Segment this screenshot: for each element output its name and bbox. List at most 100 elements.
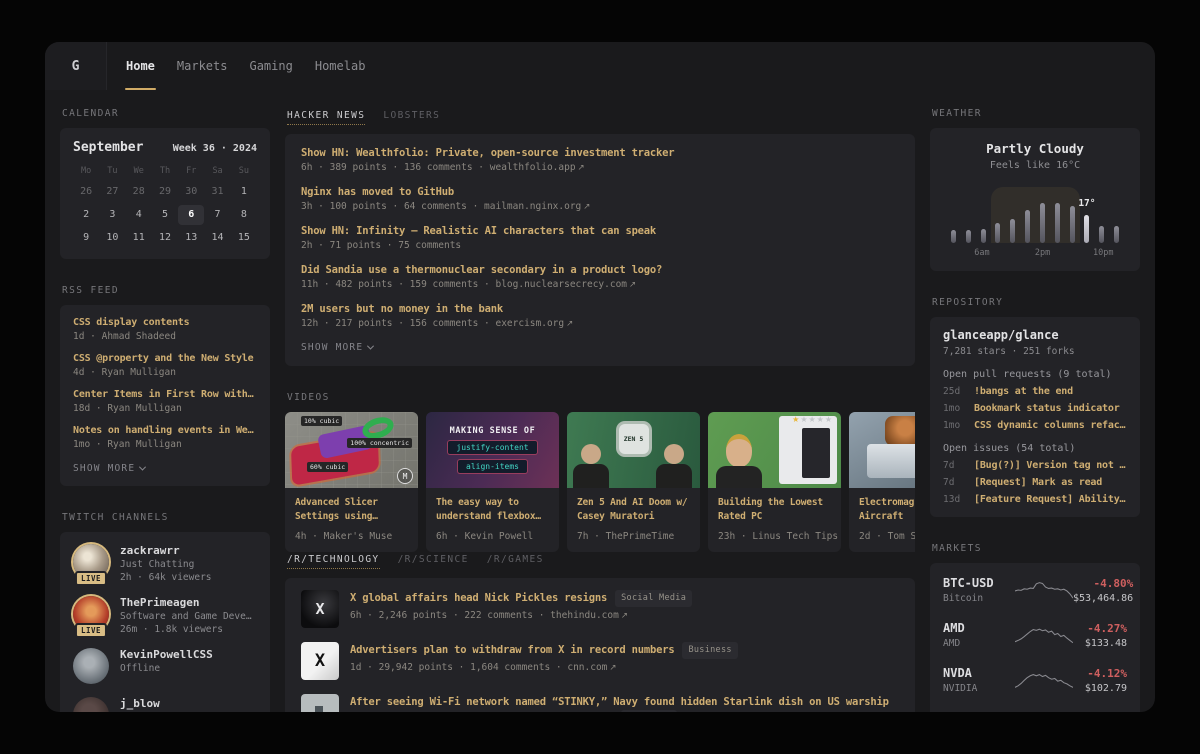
repo-item-title: CSS dynamic columns refactor an… — [974, 420, 1127, 431]
market-row[interactable]: BTC-USDBitcoin-4.80%$53,464.86 — [943, 576, 1127, 604]
market-price: $53,464.86 — [1073, 593, 1133, 604]
calendar-day: 28 — [126, 182, 152, 202]
market-symbol: NVDANVIDIA — [943, 666, 1015, 694]
item-link[interactable]: blog.nuclearsecrecy.com — [495, 279, 627, 290]
left-column: CALENDAR September Week 36 · 2024 MoTuWe… — [60, 108, 270, 712]
pull-request-row[interactable]: 1moBookmark status indicator — [943, 403, 1127, 414]
market-row[interactable]: NVDANVIDIA-4.12%$102.79 — [943, 666, 1127, 694]
rss-show-more-button[interactable]: SHOW MORE — [73, 463, 257, 474]
news-item[interactable]: Show HN: Wealthfolio: Private, open-sour… — [301, 147, 899, 173]
tab-r-technology[interactable]: /R/TECHNOLOGY — [287, 554, 380, 569]
rss-item[interactable]: CSS display contents1d · Ahmad Shadeed — [73, 317, 257, 342]
weather-bar — [1084, 215, 1089, 243]
calendar-day: 9 — [73, 228, 99, 248]
market-change: -4.12% — [1073, 667, 1127, 680]
calendar-day: 15 — [231, 228, 257, 248]
market-row[interactable]: GOOGLGoogle-3.46%$151.81 — [943, 711, 1127, 712]
calendar-day-selected: 6 — [178, 205, 204, 225]
tab-r-games[interactable]: /R/GAMES — [487, 554, 544, 569]
avatar: LIVE — [73, 596, 109, 632]
calendar-day-header: Fr — [178, 163, 204, 179]
pulls-heading: Open pull requests (9 total) — [943, 369, 1127, 380]
markets-card: BTC-USDBitcoin-4.80%$53,464.86AMDAMD-4.2… — [930, 563, 1140, 712]
video-title: Electromagnetic Aircraft — [849, 488, 915, 527]
issue-row[interactable]: 7d[Bug(?)] Version tag not showin… — [943, 460, 1127, 471]
pull-request-row[interactable]: 25d!bangs at the end — [943, 386, 1127, 397]
news-item[interactable]: 2M users but no money in the bank12h · 2… — [301, 303, 899, 329]
reddit-item[interactable]: XAdvertisers plan to withdraw from X in … — [301, 642, 899, 680]
rss-item[interactable]: Center Items in First Row with…18d · Rya… — [73, 389, 257, 414]
item-link[interactable]: thehindu.com — [550, 610, 619, 621]
reddit-item[interactable]: After seeing Wi-Fi network named “STINKY… — [301, 694, 899, 713]
video-meta: 4h · Maker's Muse — [285, 527, 418, 552]
daylight-region — [991, 187, 1080, 243]
video-card[interactable]: MAKING SENSE OFjustify-contentalign-item… — [426, 412, 559, 552]
thumbnail-code-pill: align-items — [457, 459, 528, 474]
nav-item-markets[interactable]: Markets — [166, 42, 239, 90]
pull-request-row[interactable]: 1mo CSS dynamic columns refactor an… — [943, 420, 1127, 431]
item-link[interactable]: exercism.org — [495, 318, 564, 329]
tab-r-science[interactable]: /R/SCIENCE — [398, 554, 469, 569]
x-logo-glyph: X — [315, 600, 324, 618]
tab-lobsters[interactable]: LOBSTERS — [383, 110, 440, 125]
item-link[interactable]: mailman.nginx.org — [484, 201, 581, 212]
issue-row[interactable]: 13d[Feature Request] Ability to ch… — [943, 494, 1127, 505]
twitch-channel-row[interactable]: KevinPowellCSSOffline — [73, 648, 257, 684]
news-item[interactable]: Nginx has moved to GitHub3h · 100 points… — [301, 186, 899, 212]
sparkline-chart — [1015, 623, 1073, 647]
news-show-more-button[interactable]: SHOW MORE — [301, 342, 899, 353]
news-item[interactable]: Did Sandia use a thermonuclear secondary… — [301, 264, 899, 290]
person-silhouette — [716, 432, 762, 488]
video-meta: 7h · ThePrimeTime — [567, 527, 700, 552]
item-meta: 6h · 2,246 points · 222 comments · thehi… — [350, 610, 692, 621]
reddit-item[interactable]: X X global affairs head Nick Pickles resi… — [301, 590, 899, 628]
calendar-day: 13 — [178, 228, 204, 248]
weather-chart: 17° — [946, 185, 1124, 243]
nav-item-gaming[interactable]: Gaming — [238, 42, 303, 90]
market-row[interactable]: AMDAMD-4.27%$133.48 — [943, 621, 1127, 649]
rss-item-meta: 1mo · Ryan Mulligan — [73, 439, 257, 450]
market-change: -4.80% — [1073, 577, 1133, 590]
news-item-title: 2M users but no money in the bank — [301, 303, 899, 315]
calendar-day: 10 — [99, 228, 125, 248]
flair-badge: Business — [682, 642, 737, 659]
news-item-title: Nginx has moved to GitHub — [301, 186, 899, 198]
video-card[interactable]: 10% cubic100% concentric60% cubicMAdvanc… — [285, 412, 418, 552]
calendar-day: 26 — [73, 182, 99, 202]
nav-item-homelab[interactable]: Homelab — [304, 42, 377, 90]
calendar-day-header: Su — [231, 163, 257, 179]
rss-item[interactable]: Notes on handling events in We…1mo · Rya… — [73, 425, 257, 450]
issue-row[interactable]: 7d[Request] Mark as read — [943, 477, 1127, 488]
item-link[interactable]: cnn.com — [567, 662, 607, 673]
news-show-more-label: SHOW MORE — [301, 342, 363, 353]
rss-item-title: CSS display contents — [73, 317, 257, 328]
nav-item-home[interactable]: Home — [115, 42, 166, 90]
weather-condition: Partly Cloudy — [944, 141, 1126, 156]
repository-name[interactable]: glanceapp/glance — [943, 328, 1127, 342]
video-card[interactable]: ★★★★★Building the Lowest Rated PC23h · L… — [708, 412, 841, 552]
twitch-channel-row[interactable]: LIVEzackrawrrJust Chatting2h · 64k viewe… — [73, 544, 257, 583]
reddit-item-body: Advertisers plan to withdraw from X in r… — [350, 642, 738, 680]
twitch-channel-info: j_blow — [120, 697, 160, 710]
right-column: WEATHER Partly Cloudy Feels like 16°C 17… — [930, 108, 1140, 712]
item-link[interactable]: wealthfolio.app — [490, 162, 576, 173]
video-card[interactable]: ZEN 5Zen 5 And AI Doom w/ Casey Muratori… — [567, 412, 700, 552]
reddit-item-body: X global affairs head Nick Pickles resig… — [350, 590, 692, 628]
weather-bar — [966, 230, 971, 243]
calendar-day: 12 — [152, 228, 178, 248]
calendar-day-header: Sa — [204, 163, 230, 179]
news-item[interactable]: Show HN: Infinity – Realistic AI charact… — [301, 225, 899, 251]
twitch-channel-row[interactable]: LIVEThePrimeagenSoftware and Game Develo… — [73, 596, 257, 635]
market-symbol: BTC-USDBitcoin — [943, 576, 1015, 604]
weather-bar — [1025, 210, 1030, 243]
weather-card: Partly Cloudy Feels like 16°C 17° 6am2pm… — [930, 128, 1140, 271]
video-card[interactable]: Electromagnetic Aircraft2d · Tom Stanton — [849, 412, 915, 552]
twitch-channel-row[interactable]: j_blow — [73, 697, 257, 712]
external-link-icon: ↗ — [629, 280, 636, 290]
pulls-list: 25d!bangs at the end 1moBookmark status i… — [943, 386, 1127, 431]
calendar-day: 5 — [152, 205, 178, 225]
repo-item-age: 1mo — [943, 420, 967, 431]
thumbnail-badge: ZEN 5 — [619, 424, 649, 454]
tab-hacker-news[interactable]: HACKER NEWS — [287, 110, 365, 125]
rss-item[interactable]: CSS @property and the New Style4d · Ryan… — [73, 353, 257, 378]
